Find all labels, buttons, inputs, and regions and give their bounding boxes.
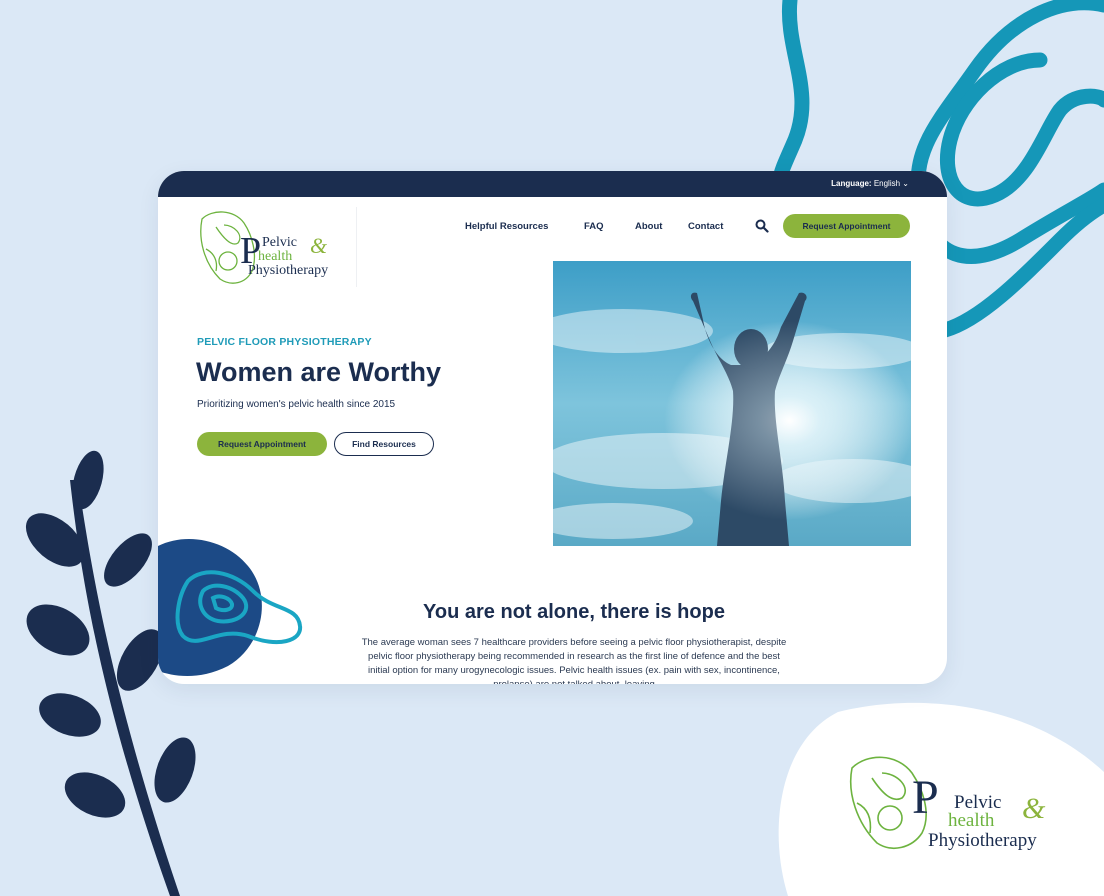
nav-helpful-resources[interactable]: Helpful Resources [465,221,548,232]
language-selector[interactable]: Language: English ⌄ [831,179,909,188]
large-logo-ampersand: & [1022,792,1046,825]
large-logo-text-health: health [948,810,995,831]
search-icon[interactable] [755,219,769,233]
nav-faq[interactable]: FAQ [584,221,604,232]
website-screenshot: Language: English ⌄ P Pelvic & health Ph… [158,171,947,684]
nav-request-appointment-button[interactable]: Request Appointment [783,214,910,238]
chevron-down-icon: ⌄ [902,179,909,188]
logo-text-physio: Physiotherapy [248,263,329,278]
hero-image [553,261,911,546]
section-title: You are not alone, there is hope [423,601,725,623]
hero-subtitle: Prioritizing women's pelvic health since… [197,399,396,410]
site-logo[interactable]: P Pelvic & health Physiotherapy [196,207,346,289]
language-label: Language: [831,179,872,188]
large-logo: P Pelvic & health Physiotherapy [842,748,1062,858]
nav-about[interactable]: About [635,221,662,232]
nav-contact[interactable]: Contact [688,221,723,232]
hero-title: Women are Worthy [196,357,442,387]
logo-ampersand: & [310,233,328,258]
top-bar: Language: English ⌄ [158,171,947,197]
hero-request-appointment-button[interactable]: Request Appointment [197,432,327,456]
language-value: English [873,179,901,188]
find-resources-button[interactable]: Find Resources [334,432,434,456]
large-logo-text-physio: Physiotherapy [928,830,1037,851]
section-paragraph: The average woman sees 7 healthcare prov… [361,637,787,684]
logo-divider [356,207,357,287]
hero-eyebrow: PELVIC FLOOR PHYSIOTHERAPY [197,336,372,348]
